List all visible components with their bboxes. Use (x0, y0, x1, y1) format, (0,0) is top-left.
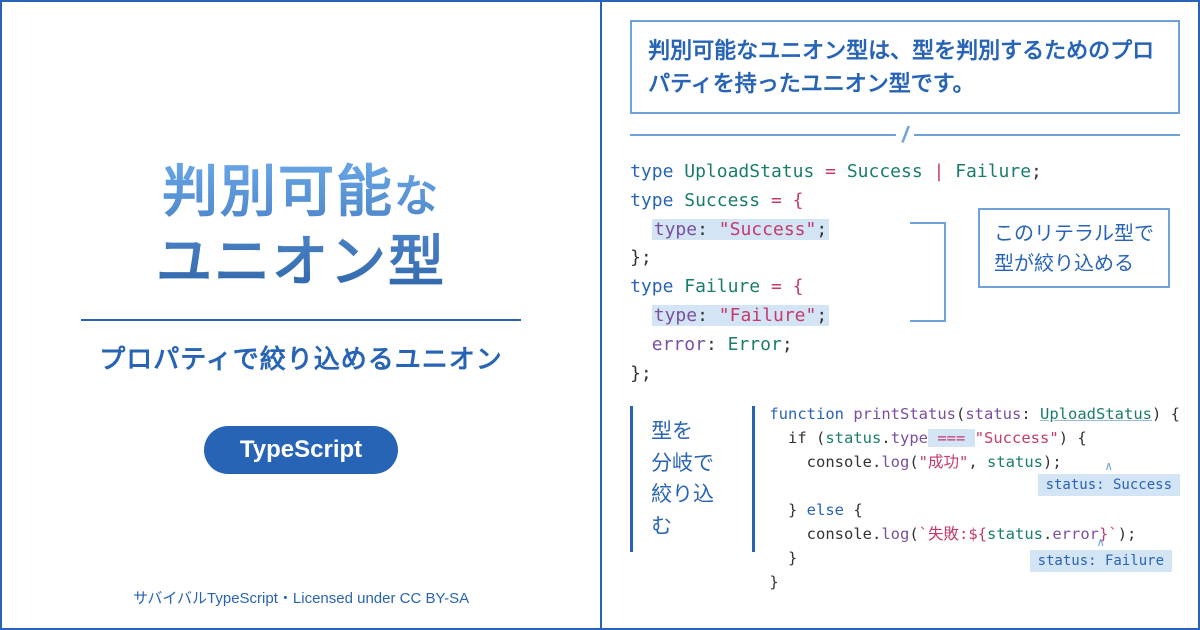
annotation-literal-type: このリテラル型で 型が絞り込める (978, 208, 1170, 288)
right-panel: 判別可能なユニオン型は、型を判別するためのプロパティを持ったユニオン型です。 /… (600, 2, 1198, 628)
title-line2: ユニオン型 (156, 230, 446, 293)
code-block-function: function printStatus(status: UploadStatu… (769, 402, 1180, 594)
annotation-narrow-branch: 型を 分岐で 絞り込む (630, 406, 755, 552)
title-line1-small: な (394, 172, 440, 221)
subtitle: プロパティで絞り込めるユニオン (99, 339, 502, 376)
page-title: 判別可能な ユニオン型 (156, 157, 446, 297)
left-panel: 判別可能な ユニオン型 プロパティで絞り込めるユニオン TypeScript サ… (2, 2, 600, 628)
title-divider (81, 319, 521, 321)
typescript-badge: TypeScript (204, 426, 398, 474)
license-text: サバイバルTypeScript・Licensed under CC BY-SA (133, 587, 469, 608)
tooltip-status-failure: status: Failure (1030, 550, 1172, 572)
connector-line: / (630, 122, 1180, 148)
tooltip-status-success: status: Success (1038, 474, 1180, 496)
code-block-function-row: 型を 分岐で 絞り込む function printStatus(status:… (630, 402, 1180, 594)
code-block-types: type UploadStatus = Success | Failure; t… (630, 158, 1180, 388)
bracket-connector (910, 222, 946, 322)
title-line1-main: 判別可能 (162, 160, 394, 223)
description-box: 判別可能なユニオン型は、型を判別するためのプロパティを持ったユニオン型です。 (630, 20, 1180, 114)
main-frame: 判別可能な ユニオン型 プロパティで絞り込めるユニオン TypeScript サ… (0, 0, 1200, 630)
